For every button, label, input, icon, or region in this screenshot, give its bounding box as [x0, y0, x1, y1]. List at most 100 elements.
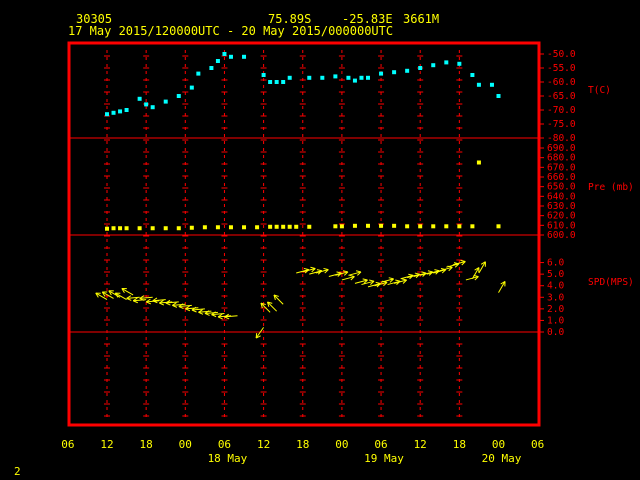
wind-arrow-head	[401, 278, 407, 281]
y-axis-label: SPD(MPS)	[588, 277, 634, 288]
wind-arrow	[348, 270, 362, 276]
x-tick-label: 12	[100, 438, 113, 451]
temperature-point	[111, 110, 116, 115]
wind-arrow	[145, 298, 160, 305]
temperature-point	[222, 52, 227, 56]
temperature-point	[431, 63, 436, 68]
y-tick-label: 5.0	[547, 269, 564, 280]
wind-arrow-head	[395, 279, 401, 282]
x-tick-label: 12	[257, 438, 270, 451]
pressure-point	[418, 224, 423, 229]
temperature-point	[144, 102, 149, 107]
wind-arrow-head	[303, 267, 309, 271]
y-tick-label: -75.0	[547, 119, 576, 130]
y-tick-label: 4.0	[547, 281, 564, 292]
pressure-point	[202, 225, 207, 230]
pressure-point	[242, 225, 247, 230]
pressure-point	[105, 226, 109, 231]
pressure-point	[352, 223, 357, 228]
wind-arrow-head	[369, 279, 375, 282]
y-tick-label: 0.0	[547, 327, 564, 338]
pressure-point	[163, 226, 168, 231]
temperature-point	[366, 75, 370, 80]
day-label: 18 May	[208, 452, 248, 465]
wind-arrow	[498, 280, 506, 293]
grid-ticks	[221, 55, 228, 417]
temperature-point	[320, 75, 325, 80]
pressure-point	[124, 226, 129, 231]
wind-arrow-head	[362, 278, 368, 281]
wind-arrow	[341, 274, 355, 281]
wind-arrow	[266, 301, 278, 312]
temperature-point	[196, 71, 201, 76]
x-tick-label: 00	[335, 438, 348, 451]
day-label: 20 May	[482, 452, 522, 465]
temperature-point	[405, 68, 410, 73]
wind-arrow	[165, 299, 179, 306]
pressure-point	[496, 224, 501, 229]
grid-ticks	[378, 55, 385, 417]
grid-ticks	[182, 55, 189, 417]
pressure-point	[111, 226, 116, 231]
pressure-point	[444, 224, 449, 229]
pressure-point	[287, 224, 292, 229]
temperature-point	[281, 80, 286, 84]
wind-arrow	[114, 292, 127, 301]
x-tick-label: 06	[61, 438, 74, 451]
grid-ticks	[260, 55, 267, 417]
temperature-point	[118, 109, 123, 114]
temperature-point	[124, 108, 129, 112]
temperature-point	[268, 80, 273, 84]
temperature-point	[189, 85, 194, 90]
pressure-point	[366, 223, 370, 228]
pressure-point	[228, 225, 233, 230]
wind-arrow-head	[375, 281, 381, 284]
temperature-point	[274, 80, 279, 84]
wind-arrow-head	[434, 269, 440, 272]
wind-arrow	[273, 294, 284, 305]
temperature-point	[215, 59, 220, 63]
pressure-point	[476, 160, 481, 165]
x-tick-label: 18	[140, 438, 153, 451]
temperature-point	[346, 75, 351, 80]
wind-arrow	[354, 278, 368, 284]
grid-ticks	[143, 55, 150, 417]
temperature-point	[307, 75, 312, 80]
wind-arrow	[224, 313, 238, 320]
x-tick-label: 18	[296, 438, 309, 451]
pressure-point	[189, 225, 194, 230]
temperature-point	[242, 54, 247, 59]
wind-arrow-head	[310, 266, 316, 269]
y-tick-label: -65.0	[547, 91, 576, 102]
temperature-point	[287, 75, 292, 80]
pressure-point	[118, 226, 123, 231]
pressure-point	[405, 224, 410, 229]
wind-arrow	[260, 302, 271, 313]
pressure-point	[176, 226, 181, 231]
pressure-point	[215, 225, 220, 230]
temperature-point	[176, 94, 181, 98]
x-tick-label: 00	[492, 438, 505, 451]
temperature-point	[352, 78, 357, 83]
pressure-point	[307, 224, 312, 229]
pressure-point	[268, 224, 273, 229]
temperature-point	[150, 105, 155, 110]
y-tick-label: 2.0	[547, 304, 564, 315]
grid-ticks	[456, 55, 463, 417]
x-tick-label: 00	[179, 438, 192, 451]
y-tick-label: -50.0	[547, 49, 576, 60]
wind-arrow-head	[323, 267, 329, 271]
wind-arrow-head	[316, 269, 322, 272]
wind-arrow	[478, 261, 486, 274]
temperature-point	[444, 60, 449, 65]
pressure-point	[333, 224, 338, 229]
wind-arrow	[126, 295, 140, 301]
weather-chart: 06 12 18 00 06 12 18 00 06 12 18 00 0618 May 19 May 20…	[61, 41, 634, 465]
wind-arrow-head	[408, 273, 414, 276]
temperature-point	[261, 73, 266, 77]
y-tick-label: -55.0	[547, 63, 576, 74]
pressure-point	[392, 223, 397, 228]
x-tick-label: 06	[218, 438, 231, 451]
y-tick-label: 3.0	[547, 292, 564, 303]
temperature-point	[359, 75, 364, 80]
